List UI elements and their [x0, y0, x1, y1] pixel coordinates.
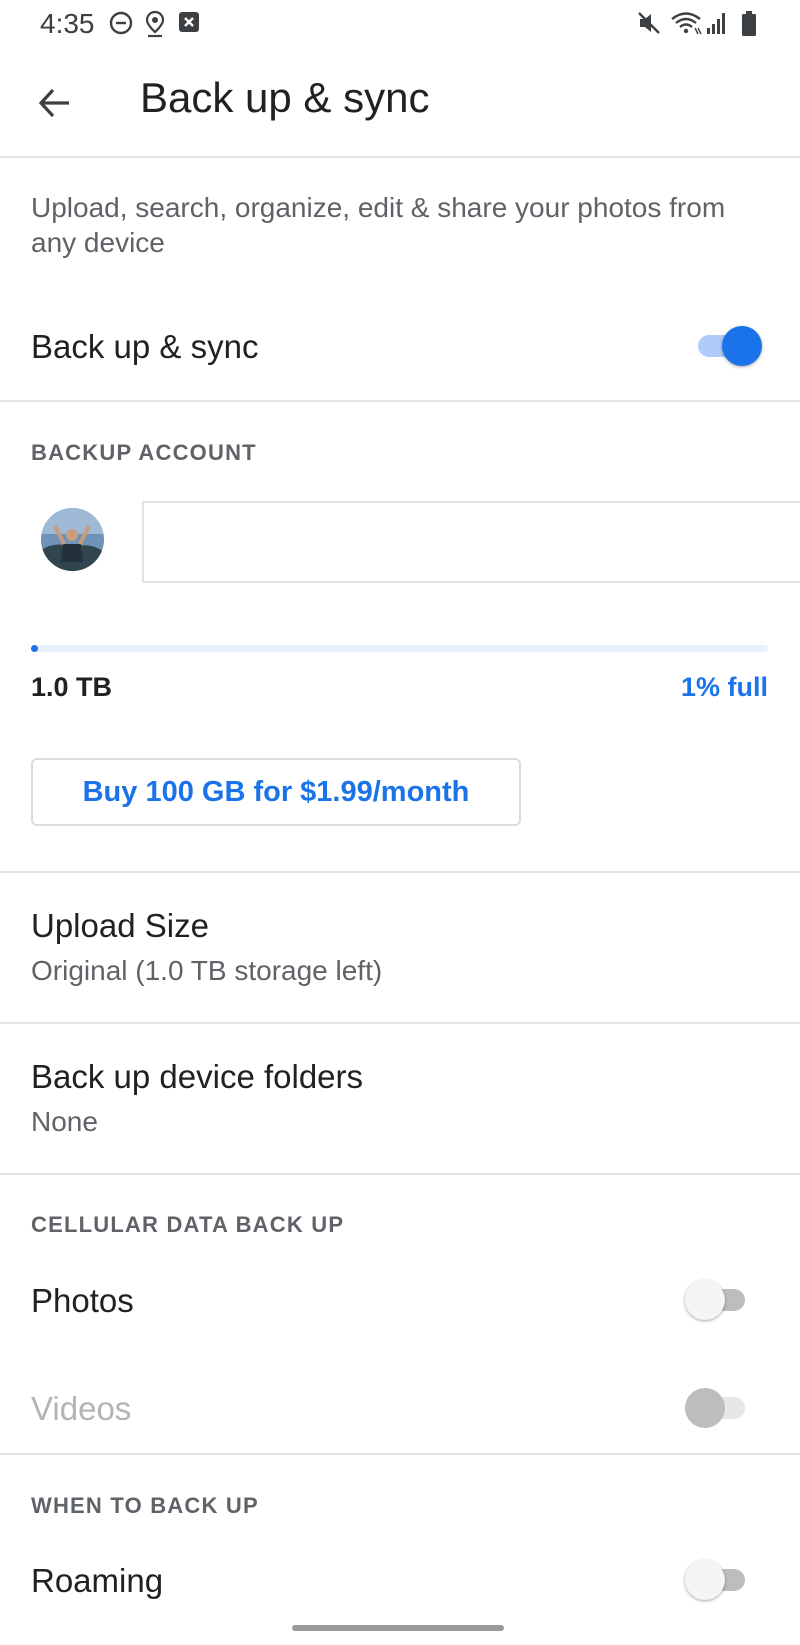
- back-button[interactable]: [30, 78, 80, 128]
- device-folders-value: None: [31, 1106, 98, 1137]
- avatar[interactable]: [41, 508, 104, 571]
- divider: [0, 1453, 800, 1455]
- notification-x-icon: [179, 12, 199, 32]
- location-icon: [145, 10, 165, 38]
- arrow-back-icon: [38, 88, 69, 118]
- device-folders-title: Back up device folders: [31, 1058, 364, 1095]
- storage-used-label: 1% full: [680, 672, 768, 702]
- cellular-videos-label: Videos: [31, 1390, 132, 1427]
- home-indicator[interactable]: [292, 1625, 504, 1631]
- cellular-photos-toggle[interactable]: [685, 1280, 747, 1320]
- cellular-header: CELLULAR DATA BACK UP: [31, 1212, 345, 1237]
- device-folders-row[interactable]: Back up device folders None: [0, 1024, 800, 1174]
- status-bar: 4:35: [0, 0, 800, 50]
- status-time: 4:35: [40, 8, 95, 39]
- divider: [0, 400, 800, 402]
- cellular-photos-row[interactable]: Photos: [0, 1262, 800, 1342]
- storage-total: 1.0 TB: [31, 672, 113, 702]
- backup-account-header: BACKUP ACCOUNT: [31, 440, 257, 465]
- avatar-image: [41, 508, 104, 571]
- battery-icon: [742, 11, 756, 36]
- upload-size-row[interactable]: Upload Size Original (1.0 TB storage lef…: [0, 873, 800, 1023]
- account-selector[interactable]: [142, 501, 800, 583]
- screen: 4:35 Back up & sync Upload, search, orga…: [0, 0, 800, 1645]
- buy-storage-button[interactable]: Buy 100 GB for $1.99/month: [31, 758, 521, 826]
- mute-icon: [638, 12, 660, 34]
- backup-sync-row[interactable]: Back up & sync: [0, 308, 800, 388]
- storage-progress-bar: [31, 645, 768, 652]
- divider: [0, 1173, 800, 1175]
- backup-sync-toggle[interactable]: [698, 326, 762, 366]
- cellular-photos-label: Photos: [31, 1282, 134, 1319]
- cell-signal-icon: [707, 13, 725, 34]
- roaming-label: Roaming: [31, 1562, 164, 1599]
- app-bar: Back up & sync: [0, 50, 800, 158]
- upload-size-value: Original (1.0 TB storage left): [31, 955, 383, 986]
- buy-storage-label: Buy 100 GB for $1.99/month: [82, 775, 470, 808]
- roaming-toggle[interactable]: [685, 1560, 747, 1600]
- backup-sync-label: Back up & sync: [31, 328, 259, 365]
- page-title: Back up & sync: [140, 74, 430, 121]
- storage-progress-fill: [31, 645, 38, 652]
- roaming-row[interactable]: Roaming: [0, 1542, 800, 1622]
- wifi-icon: [671, 12, 702, 35]
- cellular-videos-toggle: [685, 1388, 747, 1428]
- when-header: WHEN TO BACK UP: [31, 1493, 259, 1518]
- description-text: Upload, search, organize, edit & share y…: [31, 192, 726, 258]
- upload-size-title: Upload Size: [31, 907, 209, 944]
- cellular-videos-row: Videos: [0, 1370, 800, 1450]
- do-not-disturb-icon: [109, 11, 133, 35]
